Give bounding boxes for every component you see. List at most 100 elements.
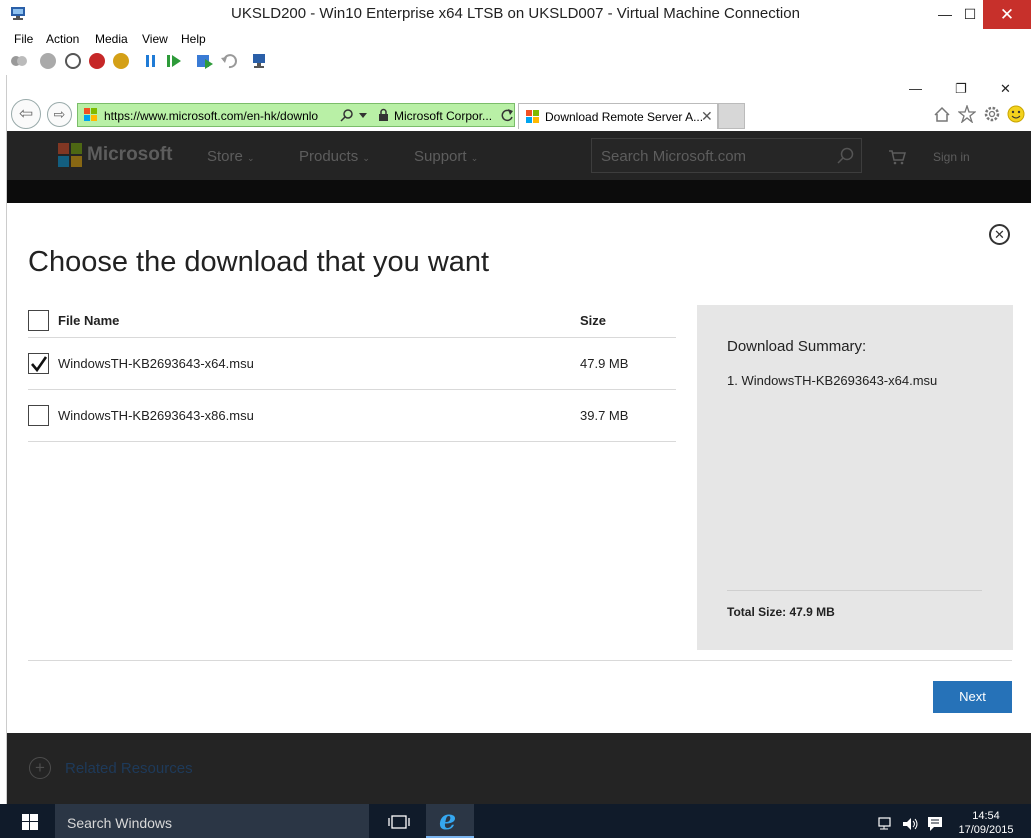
nav-store[interactable]: Store ⌄	[207, 148, 255, 165]
tab-favicon	[526, 110, 540, 124]
nav-products-label: Products	[299, 148, 359, 165]
windows-start-icon[interactable]	[22, 814, 38, 830]
cart-icon[interactable]	[888, 149, 906, 165]
taskbar-ie-button[interactable]: e	[426, 804, 474, 838]
back-arrow-icon: ⇦	[18, 104, 34, 123]
dialog-title: Choose the download that you want	[28, 246, 490, 278]
chevron-down-icon: ⌄	[247, 153, 255, 163]
start-icon[interactable]	[40, 53, 56, 69]
file-checkbox-x64[interactable]	[28, 353, 49, 374]
shut-down-icon[interactable]	[89, 53, 105, 69]
browser-minimize-button[interactable]: —	[909, 81, 922, 96]
file-name: WindowsTH-KB2693643-x86.msu	[58, 408, 254, 423]
address-bar[interactable]: https://www.microsoft.com/en-hk/downlo M…	[77, 103, 515, 127]
vm-title-bar: UKSLD200 - Win10 Enterprise x64 LTSB on …	[0, 0, 1031, 29]
internet-explorer-icon: e	[439, 805, 457, 836]
select-all-checkbox[interactable]	[28, 310, 49, 331]
volume-icon[interactable]	[902, 817, 920, 831]
nav-support[interactable]: Support ⌄	[414, 148, 478, 165]
browser-close-button[interactable]: ✕	[1000, 81, 1011, 97]
menu-help[interactable]: Help	[181, 32, 206, 46]
file-size: 47.9 MB	[580, 356, 629, 371]
menu-file[interactable]: File	[14, 32, 33, 46]
close-button[interactable]: ✕	[983, 0, 1031, 29]
menu-action[interactable]: Action	[46, 32, 79, 46]
file-checkbox-x86[interactable]	[28, 405, 49, 426]
enhanced-session-icon[interactable]	[250, 53, 268, 69]
browser-window: — ❐ ✕ ⇦ ⇨ https://www.microsoft.com/en-h…	[6, 75, 1031, 804]
forward-button[interactable]: ⇨	[47, 102, 72, 127]
dropdown-icon[interactable]	[359, 113, 367, 118]
ctrl-alt-del-icon[interactable]	[10, 54, 28, 68]
microsoft-brand[interactable]: Microsoft	[87, 144, 173, 166]
browser-maximize-button[interactable]: ❐	[955, 81, 967, 97]
divider	[727, 590, 982, 591]
lock-icon	[379, 108, 388, 121]
download-dialog: Choose the download that you want ✕ File…	[7, 203, 1031, 733]
summary-item: 1. WindowsTH-KB2693643-x64.msu	[727, 373, 938, 388]
site-favicon	[84, 108, 98, 122]
resume-icon[interactable]	[166, 54, 182, 68]
checkmark-icon	[31, 356, 48, 373]
ms-search-icon[interactable]	[836, 147, 854, 165]
next-button[interactable]: Next	[933, 681, 1012, 713]
revert-icon[interactable]	[220, 53, 238, 69]
clock-date: 17/09/2015	[958, 824, 1014, 836]
nav-support-label: Support	[414, 148, 467, 165]
chevron-down-icon: ⌄	[362, 153, 370, 163]
related-resources-link[interactable]: Related Resources	[65, 760, 193, 777]
search-icon[interactable]	[340, 108, 354, 122]
maximize-button[interactable]: ☐	[953, 0, 987, 29]
dialog-close-button[interactable]: ✕	[989, 224, 1010, 245]
url-text[interactable]: https://www.microsoft.com/en-hk/downlo	[104, 109, 336, 123]
settings-gear-icon[interactable]	[983, 105, 1001, 123]
nav-store-label: Store	[207, 148, 243, 165]
ms-search-box[interactable]: Search Microsoft.com	[591, 138, 862, 173]
plus-icon[interactable]: +	[29, 757, 51, 779]
back-button[interactable]: ⇦	[11, 99, 41, 129]
download-summary-panel: Download Summary: 1. WindowsTH-KB2693643…	[697, 305, 1013, 650]
turn-off-icon[interactable]	[65, 53, 81, 69]
tab-title: Download Remote Server A...	[545, 110, 704, 124]
ms-search-placeholder: Search Microsoft.com	[601, 148, 747, 165]
clock-time: 14:54	[972, 810, 1000, 822]
microsoft-header: Microsoft Store ⌄ Products ⌄ Support ⌄ S…	[7, 131, 1031, 180]
window-title: UKSLD200 - Win10 Enterprise x64 LTSB on …	[231, 5, 800, 22]
tab-download-remote-server[interactable]: Download Remote Server A... ✕	[518, 103, 718, 129]
forward-arrow-icon: ⇨	[53, 106, 66, 122]
chevron-down-icon: ⌄	[470, 153, 479, 163]
sign-in-link[interactable]: Sign in	[933, 150, 970, 164]
divider	[28, 660, 1012, 661]
total-size: Total Size: 47.9 MB	[727, 605, 835, 619]
task-view-icon[interactable]	[388, 815, 410, 829]
pause-icon[interactable]	[144, 54, 158, 68]
summary-title: Download Summary:	[727, 338, 867, 355]
save-state-icon[interactable]	[113, 53, 129, 69]
microsoft-logo-icon[interactable]	[58, 143, 82, 167]
menu-view[interactable]: View	[142, 32, 168, 46]
network-icon[interactable]	[878, 817, 896, 831]
divider	[28, 389, 676, 390]
header-band	[7, 180, 1031, 203]
certificate-label[interactable]: Microsoft Corpor...	[394, 109, 492, 123]
nav-products[interactable]: Products ⌄	[299, 148, 370, 165]
refresh-icon[interactable]	[501, 108, 514, 122]
taskbar-search-placeholder: Search Windows	[67, 815, 173, 831]
menu-media[interactable]: Media	[95, 32, 128, 46]
column-header-file-name: File Name	[58, 313, 120, 328]
action-center-icon[interactable]	[927, 816, 943, 832]
checkpoint-icon[interactable]	[196, 53, 214, 69]
close-icon: ✕	[994, 227, 1005, 242]
favorites-icon[interactable]	[958, 105, 976, 123]
menu-bar: File Action Media View Help	[0, 29, 1031, 49]
system-clock[interactable]: 14:54 17/09/2015	[950, 809, 1022, 837]
column-header-size: Size	[580, 313, 607, 328]
file-size: 39.7 MB	[580, 408, 629, 423]
smiley-feedback-icon[interactable]	[1007, 105, 1025, 123]
divider	[28, 337, 676, 338]
taskbar-search-box[interactable]: Search Windows	[55, 804, 369, 838]
home-icon[interactable]	[933, 106, 951, 123]
new-tab-button[interactable]	[718, 103, 745, 129]
vm-toolbar	[0, 49, 1031, 75]
tab-close-button[interactable]: ✕	[701, 108, 713, 125]
